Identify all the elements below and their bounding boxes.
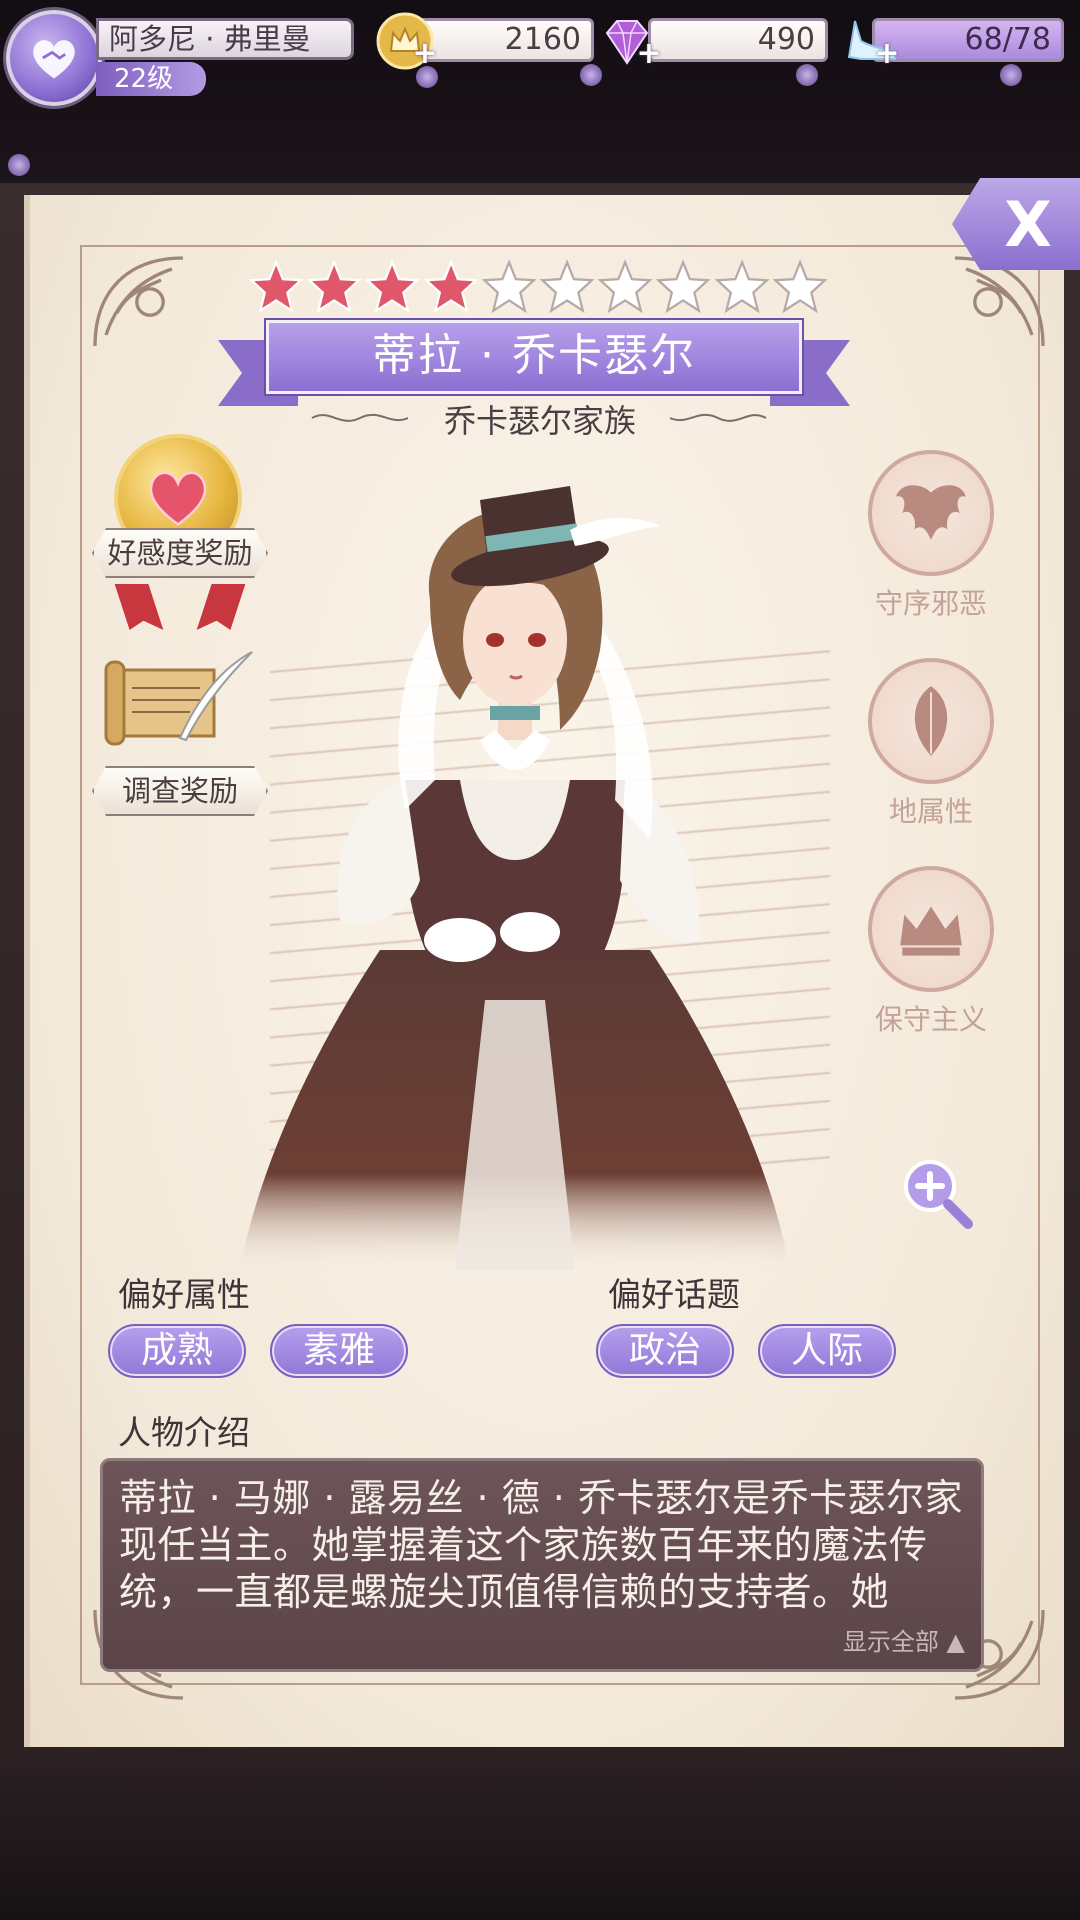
show-all-button[interactable]: 显示全部 ▲ [843, 1622, 965, 1657]
rating-stars [248, 258, 828, 318]
handshake-heart-icon [33, 40, 75, 79]
rose-ornament [1000, 64, 1022, 86]
add-gold-button[interactable]: + [412, 39, 438, 69]
rose-ornament [796, 64, 818, 86]
star-empty-icon [539, 259, 595, 314]
close-icon: X [1004, 187, 1052, 261]
element-label: 地属性 [888, 795, 973, 828]
top-status-bar: 阿多尼 · 弗里曼 22级 2160 + 490 + 68/78 + [0, 0, 1080, 180]
star-filled-icon [306, 259, 362, 314]
zoom-in-button[interactable] [900, 1156, 974, 1230]
rose-ornament [416, 66, 438, 88]
character-name-banner: 蒂拉 · 乔卡瑟尔 [218, 320, 850, 406]
character-intro-title: 人物介绍 [118, 1413, 250, 1452]
title-flourish-right [669, 413, 767, 422]
rose-ornament [580, 64, 602, 86]
rose-ornament [8, 154, 30, 176]
topic-tag[interactable]: 人际 [758, 1324, 896, 1378]
star-empty-icon [656, 259, 711, 314]
ideology-emblem[interactable]: 保守主义 [866, 866, 996, 1038]
corner-flourish [84, 247, 194, 357]
character-name: 蒂拉 · 乔卡瑟尔 [266, 320, 802, 394]
preferred-attributes-title: 偏好属性 [118, 1275, 250, 1314]
ideology-label: 保守主义 [874, 1003, 987, 1036]
alignment-label: 守序邪恶 [874, 587, 987, 620]
crown-icon [868, 866, 994, 992]
bottom-background [0, 1763, 1080, 1920]
star-empty-icon [481, 259, 537, 314]
star-filled-icon [365, 259, 420, 314]
element-emblem[interactable]: 地属性 [866, 658, 996, 830]
star-empty-icon [772, 259, 828, 314]
bat-wings-icon [868, 450, 994, 576]
gem-counter: 490 [648, 18, 828, 62]
player-name: 阿多尼 · 弗里曼 [96, 18, 354, 60]
topic-tag[interactable]: 政治 [596, 1324, 734, 1378]
character-intro-box[interactable]: 蒂拉 · 马娜 · 露易丝 · 德 · 乔卡瑟尔是乔卡瑟尔家现任当主。她掌握着这… [100, 1458, 984, 1672]
add-stamina-button[interactable]: + [874, 39, 900, 69]
character-intro-text: 蒂拉 · 马娜 · 露易丝 · 德 · 乔卡瑟尔是乔卡瑟尔家现任当主。她掌握着这… [119, 1476, 963, 1614]
attribute-tag[interactable]: 成熟 [108, 1324, 246, 1378]
star-empty-icon [714, 259, 770, 314]
preferred-topics-title: 偏好话题 [608, 1275, 740, 1314]
star-filled-icon [423, 259, 479, 314]
alignment-emblem[interactable]: 守序邪恶 [866, 450, 996, 622]
add-gems-button[interactable]: + [636, 39, 662, 69]
star-empty-icon [597, 259, 653, 314]
attribute-tag[interactable]: 素雅 [270, 1324, 408, 1378]
character-portrait[interactable] [230, 480, 800, 1270]
magnifier-plus-icon [904, 1160, 973, 1229]
player-level: 22级 [96, 62, 206, 96]
leaf-icon [868, 658, 994, 784]
player-avatar[interactable] [6, 10, 102, 106]
medal-ribbon [115, 584, 164, 630]
star-filled-icon [248, 259, 304, 314]
